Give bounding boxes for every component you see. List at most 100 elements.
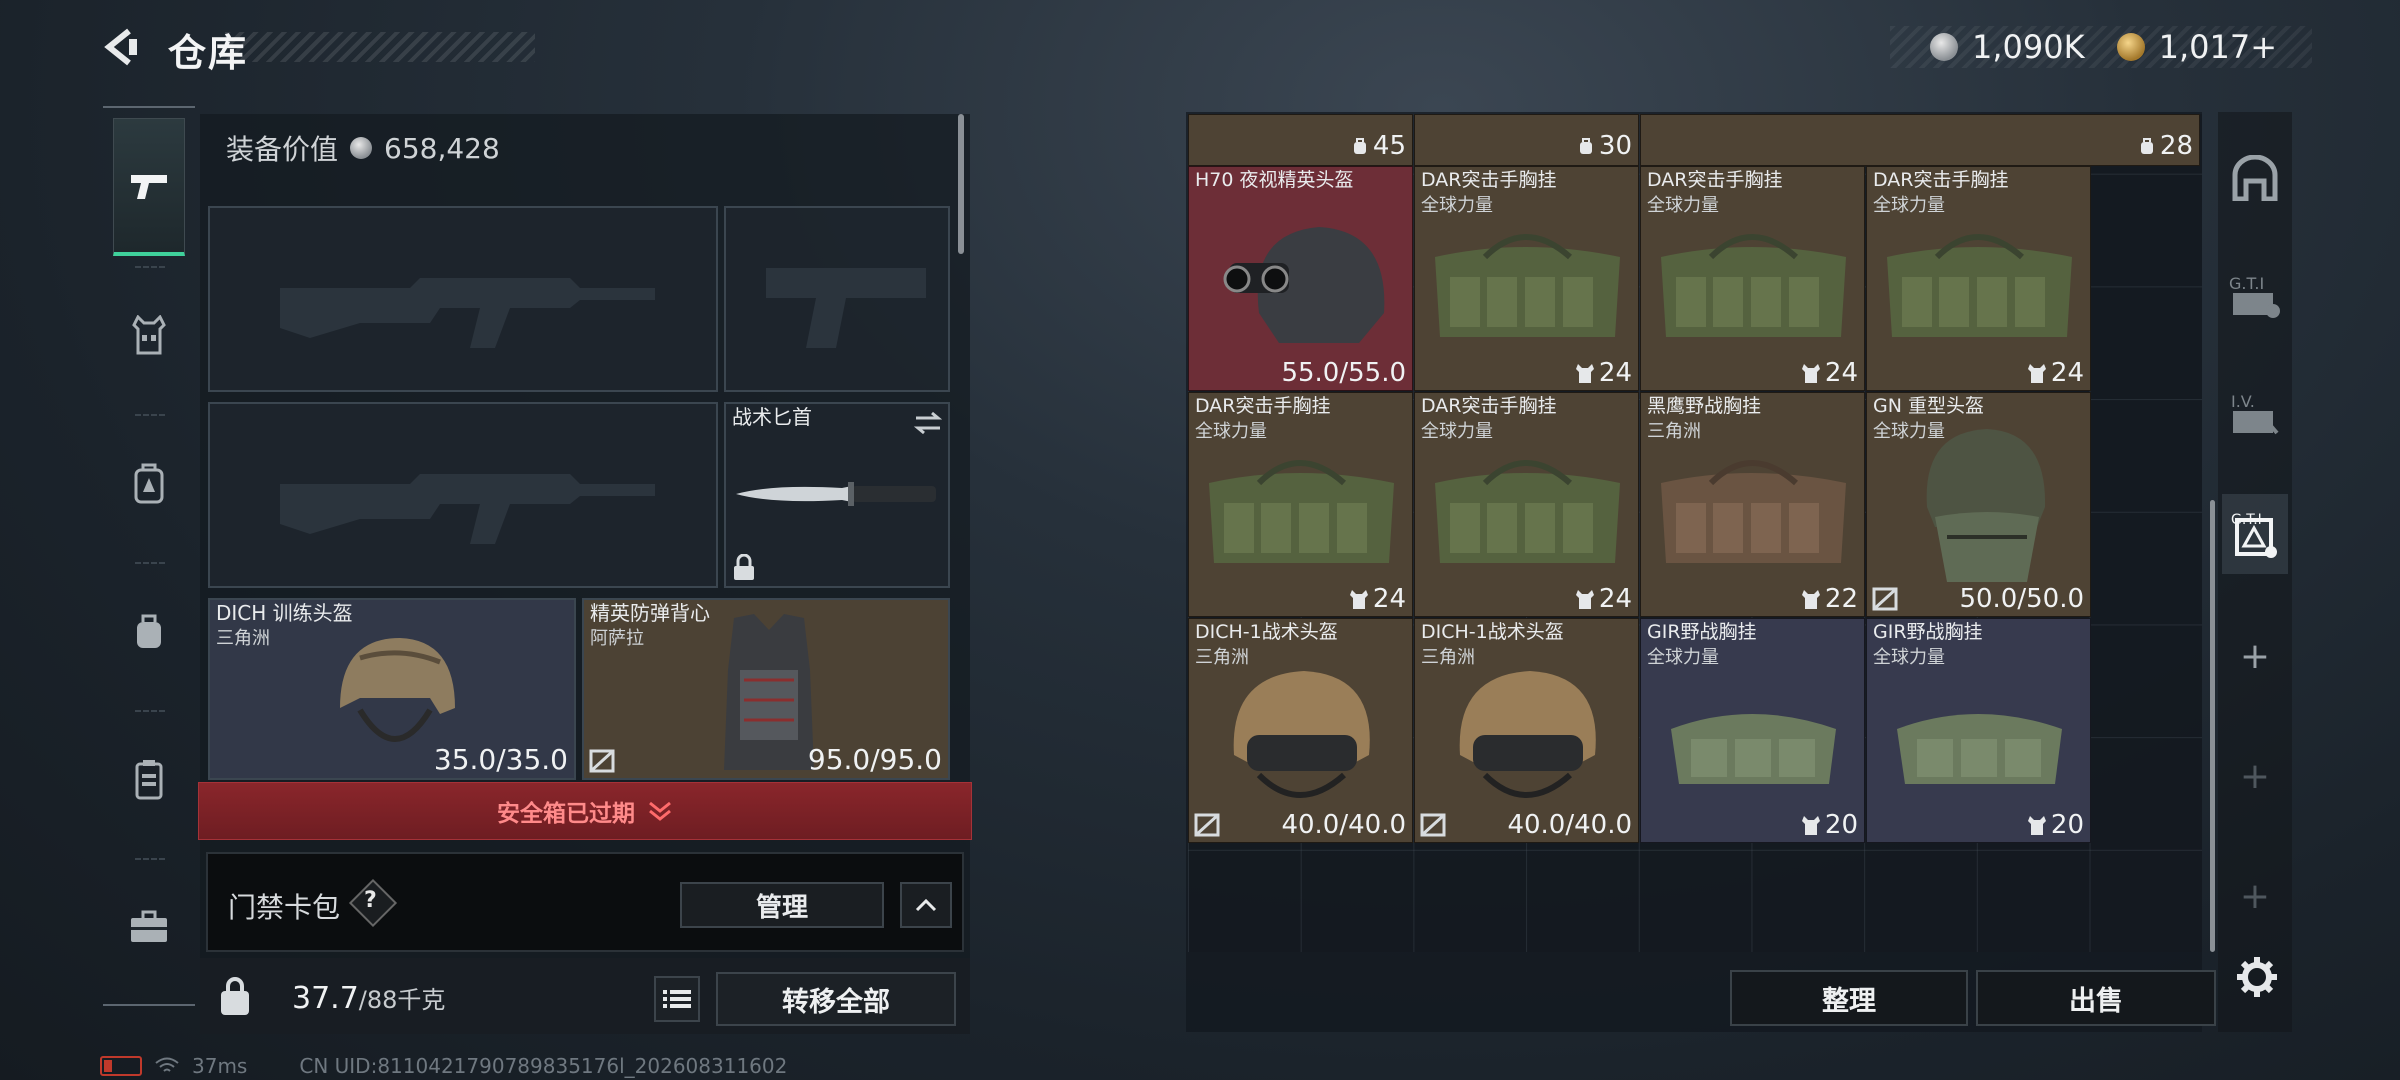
inventory-item[interactable]: 黑鹰野战胸挂 三角洲 22 [1640,392,1865,617]
tab-backpack[interactable] [113,414,185,552]
backpack-cap-icon [1579,138,1592,154]
back-button[interactable] [100,24,146,70]
item-faction: 三角洲 [1647,421,1701,442]
item-name: GIR野战胸挂 [1873,621,1983,643]
tab-storage-active[interactable]: G.T.I [2222,494,2288,574]
item-faction: 全球力量 [1873,195,1945,216]
helmet-slot[interactable]: DICH 训练头盔 三角洲 35.0/35.0 [208,598,576,780]
double-chevron-down-icon [649,801,671,821]
inventory-grid[interactable]: 45 30 28 H70 夜视精英头盔 55.0/55.0 DAR突击手胸挂 全… [1188,114,2202,952]
item-name: DAR突击手胸挂 [1873,169,2009,191]
backpack-cap-icon [2140,138,2153,154]
plus-icon: + [2239,635,2271,677]
inventory-item[interactable]: DAR突击手胸挂 全球力量 24 [1414,392,1639,617]
inventory-item[interactable]: DAR突击手胸挂 全球力量 24 [1414,166,1639,391]
tab-storage-main[interactable] [2222,138,2288,218]
plus-icon: + [2239,755,2271,797]
collapse-button[interactable] [900,882,952,928]
tab-secure-case[interactable] [113,710,185,848]
primary-weapon-slot[interactable] [208,206,718,392]
weight-lock-button[interactable] [200,962,270,1032]
vest-icon [132,315,166,355]
item-name: GN 重型头盔 [1873,395,1984,417]
capacity-value: 24 [1598,358,1632,388]
sort-button[interactable]: 整理 [1730,970,1968,1026]
add-storage-button-locked[interactable]: + [2222,856,2288,936]
capacity-value: 24 [1824,358,1858,388]
storage-expansion-icon: G.T.I [2231,512,2277,558]
partial-item[interactable]: 30 [1414,114,1639,166]
item-durability: 55.0/55.0 [1281,358,1406,388]
helmet-faction: 三角洲 [216,628,270,649]
manage-button[interactable]: 管理 [680,882,884,928]
capacity-value: 24 [1598,584,1632,614]
sidearm-slot[interactable] [724,206,950,392]
vest-capacity-icon [1349,590,1368,609]
equipment-tab-column [103,106,195,1006]
swap-icon[interactable] [912,410,944,436]
rifle-silhouette-icon [280,278,655,348]
vest-capacity-icon [1801,590,1820,609]
tab-storage-g1[interactable]: G.T.I [2222,256,2288,336]
capacity-value: 20 [2050,810,2084,840]
armor-slot[interactable]: 精英防弹背心 阿萨拉 95.0/95.0 [582,598,950,780]
equipment-value: 装备价值 658,428 [226,128,500,168]
item-durability: 40.0/40.0 [1281,810,1406,840]
no-repair-icon [1420,813,1446,837]
sell-button[interactable]: 出售 [1976,970,2216,1026]
capacity-value: 45 [1372,131,1406,161]
secondary-weapon-slot[interactable] [208,402,718,588]
equipment-value-amount: 658,428 [384,131,500,165]
carry-weight: 37.7/88千克 [292,980,445,1016]
tab-briefcase[interactable] [113,858,185,996]
access-card-pack: 门禁卡包 ? 管理 [206,852,964,952]
pouch-icon [137,614,161,648]
settings-button[interactable] [2230,950,2284,1004]
add-storage-button[interactable]: + [2222,616,2288,696]
tab-weapons[interactable] [113,118,185,256]
lock-icon [734,554,754,580]
item-faction: 全球力量 [1421,421,1493,442]
partial-item[interactable]: 28 [1640,114,2200,166]
melee-slot[interactable]: 战术匕首 [724,402,950,588]
inventory-item[interactable]: GIR野战胸挂 全球力量 20 [1866,618,2091,843]
storage-expansion-icon: I.V. [2231,392,2279,435]
inventory-scrollbar[interactable] [2210,500,2215,952]
vest-capacity-icon [1801,816,1820,835]
secure-case-expired-bar[interactable]: 安全箱已过期 [198,782,972,840]
heavy-helmet-icon [1926,429,2046,582]
field-rig-icon [1671,714,1836,784]
briefcase-icon [131,910,167,942]
tactical-helmet-icon [1459,671,1596,798]
inventory-item[interactable]: DICH-1战术头盔 三角洲 40.0/40.0 [1188,618,1413,843]
tab-pouch[interactable] [113,562,185,700]
vest-capacity-icon [1801,364,1820,383]
tab-chest-rig[interactable] [113,266,185,404]
capacity-value: 24 [1372,584,1406,614]
tab-storage-iv[interactable]: I.V. [2222,374,2288,454]
inventory-item[interactable]: DICH-1战术头盔 三角洲 40.0/40.0 [1414,618,1639,843]
inventory-item[interactable]: GIR野战胸挂 全球力量 20 [1640,618,1865,843]
chest-rig-icon [1435,460,1620,563]
silver-coin-icon [350,137,373,159]
partial-item[interactable]: 45 [1188,114,1413,166]
inventory-item[interactable]: GN 重型头盔 全球力量 50.0/50.0 [1866,392,2091,617]
list-view-button[interactable] [654,976,700,1022]
inventory-item[interactable]: DAR突击手胸挂 全球力量 24 [1640,166,1865,391]
list-icon [663,990,691,1008]
equipment-scrollbar[interactable] [958,114,964,254]
ping-value: 37ms [192,1054,248,1078]
inventory-item[interactable]: DAR突击手胸挂 全球力量 24 [1188,392,1413,617]
pistol-icon [131,174,167,199]
svg-text:I.V.: I.V. [2231,392,2255,411]
item-name: DAR突击手胸挂 [1421,395,1557,417]
inventory-item[interactable]: H70 夜视精英头盔 55.0/55.0 [1188,166,1413,391]
uid-text: CN UID:8110421790789835176l_202608311602 [299,1054,788,1078]
item-name: DAR突击手胸挂 [1421,169,1557,191]
transfer-all-button[interactable]: 转移全部 [716,972,956,1026]
no-repair-icon [589,749,615,773]
add-storage-button-locked[interactable]: + [2222,736,2288,816]
inventory-item[interactable]: DAR突击手胸挂 全球力量 24 [1866,166,2091,391]
capacity-value: 24 [2050,358,2084,388]
backpack-icon [134,463,164,504]
